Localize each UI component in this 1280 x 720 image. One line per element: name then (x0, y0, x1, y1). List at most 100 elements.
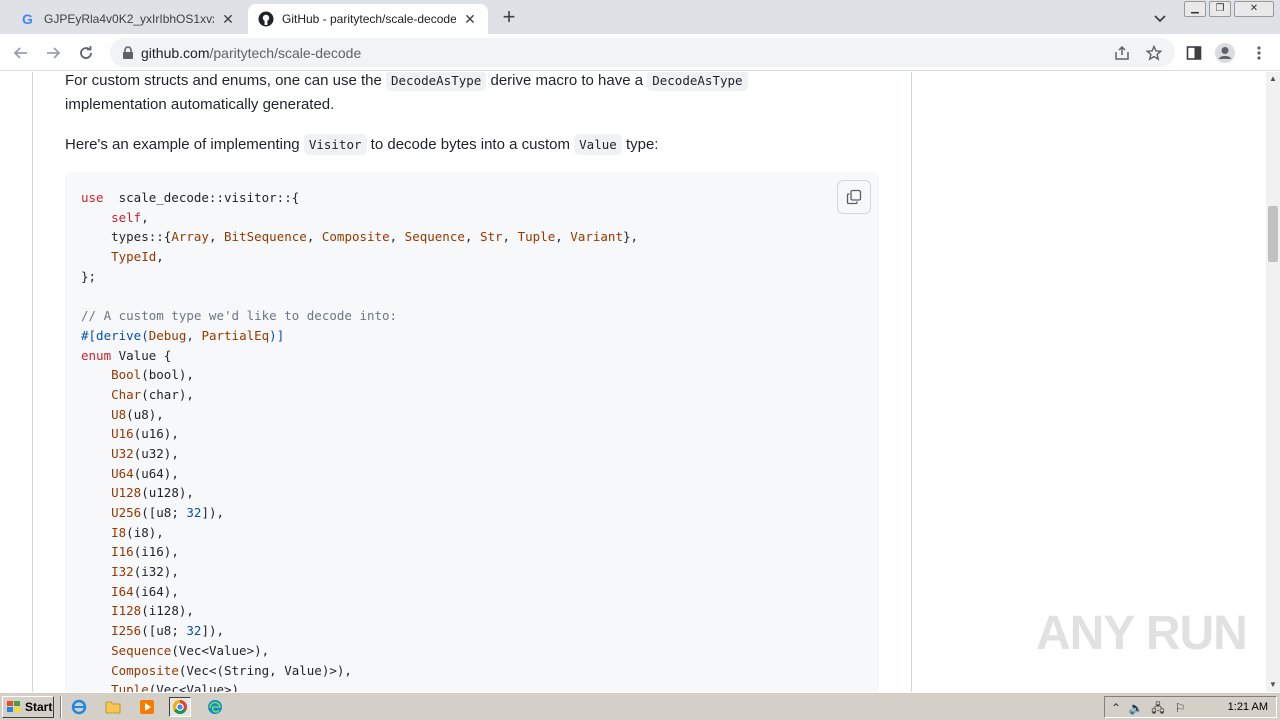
vertical-scrollbar[interactable]: ▲ ▼ (1266, 72, 1280, 692)
start-button[interactable]: Start (2, 696, 54, 718)
network-icon[interactable]: 🖧 (1150, 700, 1166, 716)
readme-right-border (911, 72, 912, 692)
scroll-down-arrow-icon[interactable]: ▼ (1266, 678, 1280, 692)
code-token: U128 (111, 485, 142, 501)
action-center-flag-icon[interactable]: ⚐ (1172, 700, 1188, 716)
code-token: 32 (186, 623, 202, 639)
taskbar-clock[interactable]: 1:21 AM (1228, 701, 1268, 713)
code-block[interactable]: use scale_decode::visitor::{ self, types… (65, 172, 879, 692)
window-close-button[interactable]: ✕ (1234, 1, 1274, 17)
code-line: use scale_decode::visitor::{ (81, 188, 638, 208)
inline-code: DecodeAsType (647, 72, 748, 91)
code-token: Array (171, 229, 209, 245)
code-line: Composite(Vec<(String, Value)>), (81, 661, 638, 681)
ie-icon[interactable] (68, 697, 90, 717)
code-token: }; (81, 268, 97, 284)
code-line: // A custom type we'd like to decode int… (81, 306, 638, 326)
code-token: }, (622, 229, 639, 245)
windows-taskbar: Start ⌃ 🔈 🖧 ⚐ 1:21 AM (0, 692, 1280, 720)
code-token: TypeId (111, 249, 157, 265)
taskbar-separator (60, 696, 62, 718)
google-g-icon: G (20, 11, 36, 27)
new-tab-button[interactable]: + (498, 6, 520, 29)
code-token: I8 (111, 524, 127, 540)
lock-icon[interactable] (122, 46, 134, 65)
code-line: U32(u32), (81, 444, 638, 464)
code-token: (u32), (133, 445, 179, 461)
scroll-thumb[interactable] (1268, 206, 1278, 262)
code-token: enum (81, 347, 112, 363)
code-line: U16(u16), (81, 424, 638, 444)
code-token: (u64), (133, 465, 179, 481)
share-icon[interactable] (1111, 42, 1133, 64)
tab-github[interactable]: GitHub - paritytech/scale-decode: De ✕ (248, 4, 488, 34)
code-line: Sequence(Vec<Value>), (81, 641, 638, 661)
edge-icon[interactable] (204, 697, 226, 717)
profile-avatar-icon[interactable] (1214, 42, 1236, 64)
code-token: Str (479, 229, 503, 245)
code-line: #[derive(Debug, PartialEq)] (81, 326, 638, 346)
code-line: Tuple(Vec<Value>) (81, 680, 638, 692)
url-text[interactable]: github.com/paritytech/scale-decode (141, 45, 361, 61)
code-token: , (389, 229, 405, 245)
close-icon[interactable]: ✕ (220, 11, 236, 27)
code-token: U8 (111, 406, 127, 422)
restore-button[interactable]: ❐ (1209, 1, 1231, 17)
code-token: )] (269, 327, 285, 343)
page-content: For custom structs and enums, one can us… (0, 72, 1266, 692)
show-hidden-icons-icon[interactable]: ⌃ (1108, 700, 1124, 716)
tab-google[interactable]: G GJPEyRla4v0K2_yxIrIbhOS1xvxa8f- ✕ (10, 4, 246, 34)
address-bar[interactable]: github.com/paritytech/scale-decode (110, 38, 1175, 67)
code-token: U64 (111, 465, 134, 481)
kebab-menu-icon[interactable] (1248, 42, 1270, 64)
code-token: Composite (111, 662, 179, 678)
code-token: BitSequence (224, 229, 307, 245)
code-token: ([u8; (141, 623, 187, 639)
code-token: Value { (111, 347, 172, 363)
code-token: (u8), (126, 406, 164, 422)
media-player-icon[interactable] (136, 697, 158, 717)
code-line: U256([u8; 32]), (81, 503, 638, 523)
volume-icon[interactable]: 🔈 (1128, 700, 1144, 716)
windows-logo-icon (7, 701, 20, 712)
code-token: , (306, 229, 322, 245)
code-line: I128(i128), (81, 601, 638, 621)
chevron-down-icon[interactable] (1150, 8, 1170, 28)
tab-title: GJPEyRla4v0K2_yxIrIbhOS1xvxa8f- (44, 12, 214, 26)
chrome-icon[interactable] (169, 697, 191, 717)
paragraph-visitor-example: Here's an example of implementing Visito… (65, 133, 658, 157)
code-token: , (141, 209, 149, 225)
side-panel-icon[interactable] (1183, 42, 1205, 64)
code-token: (Vec<Value>), (171, 642, 270, 658)
text: Here's an example of implementing (65, 136, 304, 153)
arrow-left-icon (13, 47, 27, 59)
scroll-up-arrow-icon[interactable]: ▲ (1266, 72, 1280, 86)
code-token: (i8), (126, 524, 164, 540)
svg-text:G: G (22, 11, 33, 27)
reload-button[interactable] (75, 42, 97, 64)
close-icon[interactable]: ✕ (462, 11, 478, 27)
code-token: , (502, 229, 518, 245)
folder-icon[interactable] (102, 697, 124, 717)
arrow-right-icon (47, 47, 61, 59)
forward-button[interactable] (42, 42, 64, 64)
bookmark-star-icon[interactable] (1143, 42, 1165, 64)
start-label: Start (25, 700, 53, 714)
copy-button[interactable] (837, 180, 871, 214)
text: to decode bytes into a custom (366, 136, 575, 153)
back-button[interactable] (10, 42, 32, 64)
code-token: U256 (111, 505, 142, 520)
anyrun-watermark: ANY RUN (1036, 607, 1248, 660)
minimize-button[interactable]: ▁ (1184, 1, 1206, 17)
code-line: U128(u128), (81, 483, 638, 503)
